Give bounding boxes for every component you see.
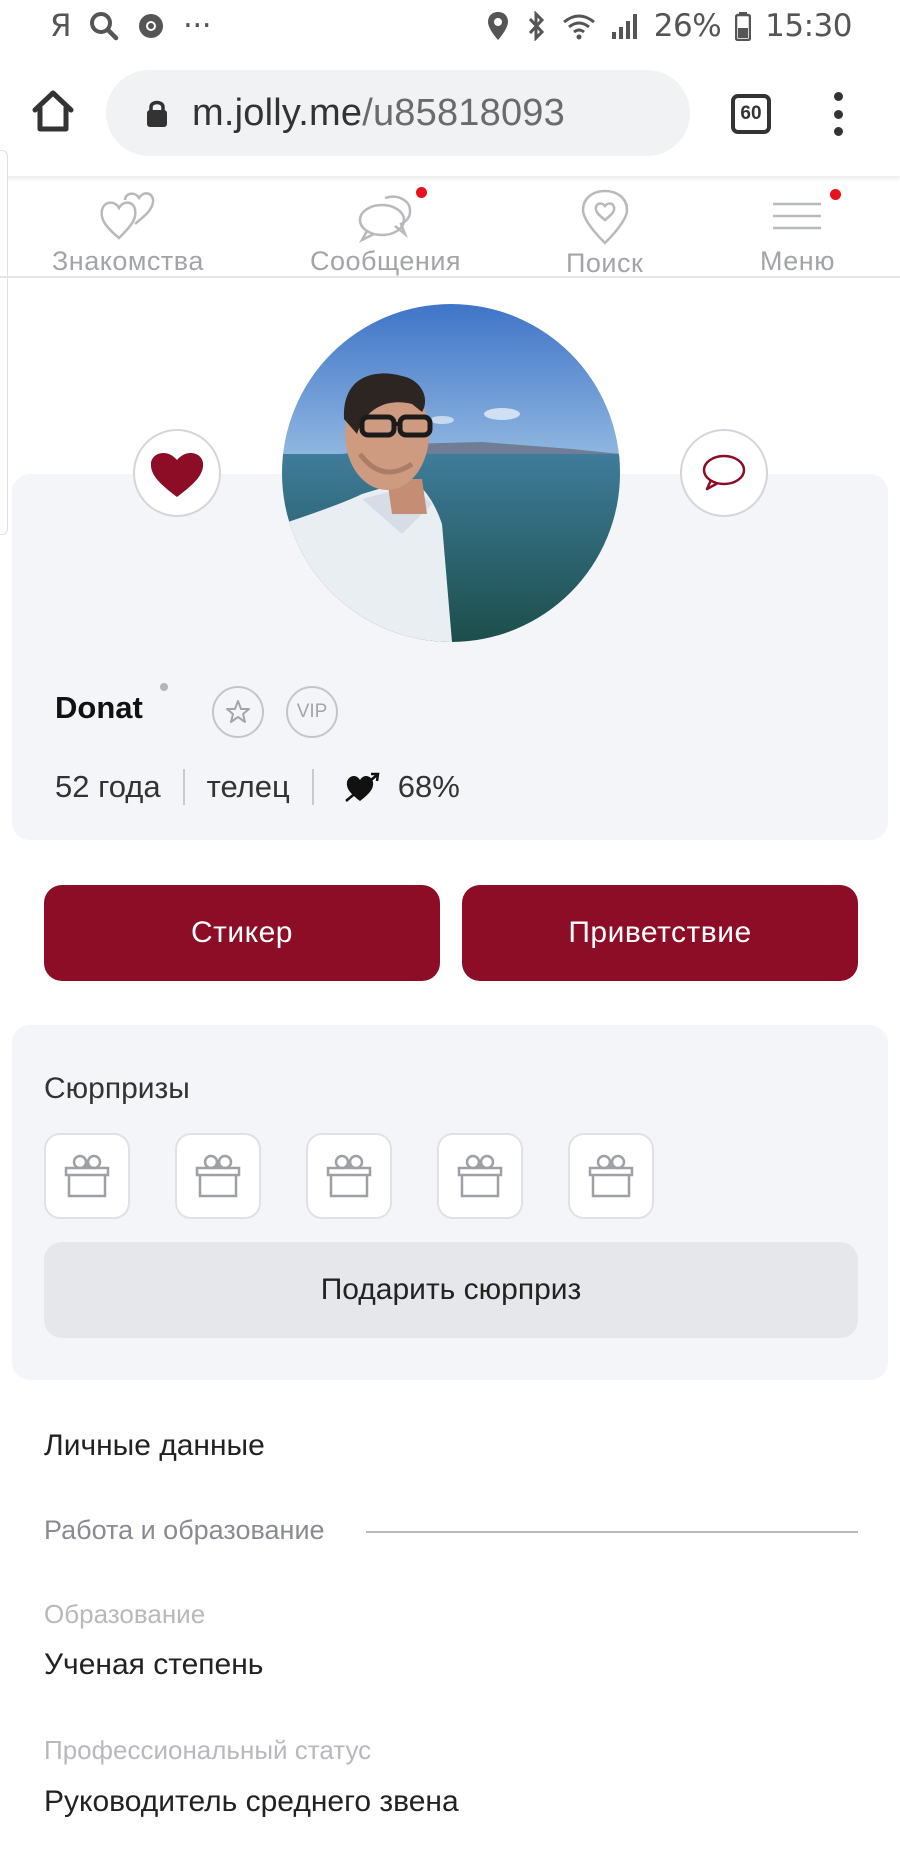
gift-slot[interactable] xyxy=(437,1133,523,1219)
divider xyxy=(311,769,314,805)
lock-icon xyxy=(147,100,167,127)
clock: 15:30 xyxy=(765,8,852,44)
app-navigation: Знакомства Сообщения Поиск Меню xyxy=(0,178,900,278)
url-path: /u85818093 xyxy=(362,91,565,134)
gift-icon xyxy=(588,1154,634,1198)
url-domain: m.jolly.me xyxy=(192,91,363,134)
online-status-dot xyxy=(160,683,168,691)
profile-age: 52 года xyxy=(55,769,161,804)
location-heart-icon xyxy=(581,189,628,245)
gift-slot[interactable] xyxy=(44,1133,130,1219)
nav-label-search: Поиск xyxy=(566,248,644,278)
gift-icon xyxy=(195,1154,241,1198)
heart-icon xyxy=(150,452,204,497)
menu-notification-dot xyxy=(830,189,841,200)
sticker-button[interactable]: Стикер xyxy=(44,885,440,981)
like-button[interactable] xyxy=(133,429,221,517)
nav-item-menu[interactable]: Меню xyxy=(760,188,835,277)
wifi-icon xyxy=(562,14,595,40)
url-text: m.jolly.me/u85818093 xyxy=(192,92,565,135)
avatar[interactable] xyxy=(282,304,620,642)
chat-bubbles-icon xyxy=(358,195,411,243)
divider xyxy=(182,769,185,805)
profile-name: Donat xyxy=(55,690,143,725)
bluetooth-icon xyxy=(528,11,544,41)
nav-label-menu: Меню xyxy=(760,246,835,276)
tab-switcher-button[interactable]: 60 xyxy=(731,94,771,134)
status-left: Я ··· xyxy=(50,8,212,44)
professional-status-value: Руководитель среднего звена xyxy=(44,1785,459,1818)
hamburger-icon xyxy=(773,202,822,230)
hearts-icon xyxy=(100,192,155,240)
profile-zodiac: телец xyxy=(206,769,290,804)
gift-slot[interactable] xyxy=(306,1133,392,1219)
nav-item-messages[interactable]: Сообщения xyxy=(310,188,461,277)
speech-bubble-icon xyxy=(702,454,746,491)
chrome-icon xyxy=(139,14,164,38)
favorite-badge[interactable] xyxy=(212,686,264,738)
education-label: Образование xyxy=(44,1599,206,1629)
gift-icon xyxy=(326,1154,372,1198)
status-bar: Я ··· 26% 15:30 xyxy=(0,0,900,52)
nav-label-dating: Знакомства xyxy=(52,246,204,276)
give-surprise-button[interactable]: Подарить сюрприз xyxy=(44,1242,858,1338)
gift-icon xyxy=(457,1154,503,1198)
gift-slot[interactable] xyxy=(175,1133,261,1219)
gift-slot[interactable] xyxy=(568,1133,654,1219)
browser-menu-icon[interactable] xyxy=(828,92,848,136)
battery-icon xyxy=(735,12,752,41)
search-icon xyxy=(90,12,119,41)
more-notifications-icon: ··· xyxy=(183,8,212,44)
professional-status-label: Профессиональный статус xyxy=(44,1735,372,1765)
greeting-button[interactable]: Приветствие xyxy=(462,885,858,981)
nav-item-dating[interactable]: Знакомства xyxy=(52,188,204,277)
browser-toolbar: m.jolly.me/u85818093 60 xyxy=(0,52,900,176)
location-pin-icon xyxy=(487,12,508,40)
work-education-heading: Работа и образование xyxy=(44,1515,325,1545)
gift-icon xyxy=(64,1154,110,1198)
address-bar[interactable]: m.jolly.me/u85818093 xyxy=(106,70,690,156)
messages-notification-dot xyxy=(416,187,427,198)
status-right: 26% 15:30 xyxy=(486,8,852,44)
surprises-title: Сюрпризы xyxy=(44,1072,190,1105)
yandex-icon: Я xyxy=(50,8,72,44)
signal-icon xyxy=(611,14,637,39)
compatibility: 68% xyxy=(344,769,460,805)
heart-arrow-icon xyxy=(344,772,380,802)
nav-item-search[interactable]: Поиск xyxy=(566,188,643,279)
divider xyxy=(366,1531,858,1533)
compatibility-value: 68% xyxy=(397,769,460,804)
message-button[interactable] xyxy=(680,429,768,517)
battery-percent: 26% xyxy=(653,8,722,44)
avatar-photo xyxy=(282,304,620,642)
profile-info-row: 52 года телец 68% xyxy=(55,769,460,805)
education-value: Ученая степень xyxy=(44,1648,264,1681)
personal-data-title: Личные данные xyxy=(44,1429,265,1462)
home-icon[interactable] xyxy=(30,88,76,134)
star-icon xyxy=(226,700,250,723)
nav-label-messages: Сообщения xyxy=(310,246,462,276)
vip-badge[interactable]: VIP xyxy=(286,686,338,738)
